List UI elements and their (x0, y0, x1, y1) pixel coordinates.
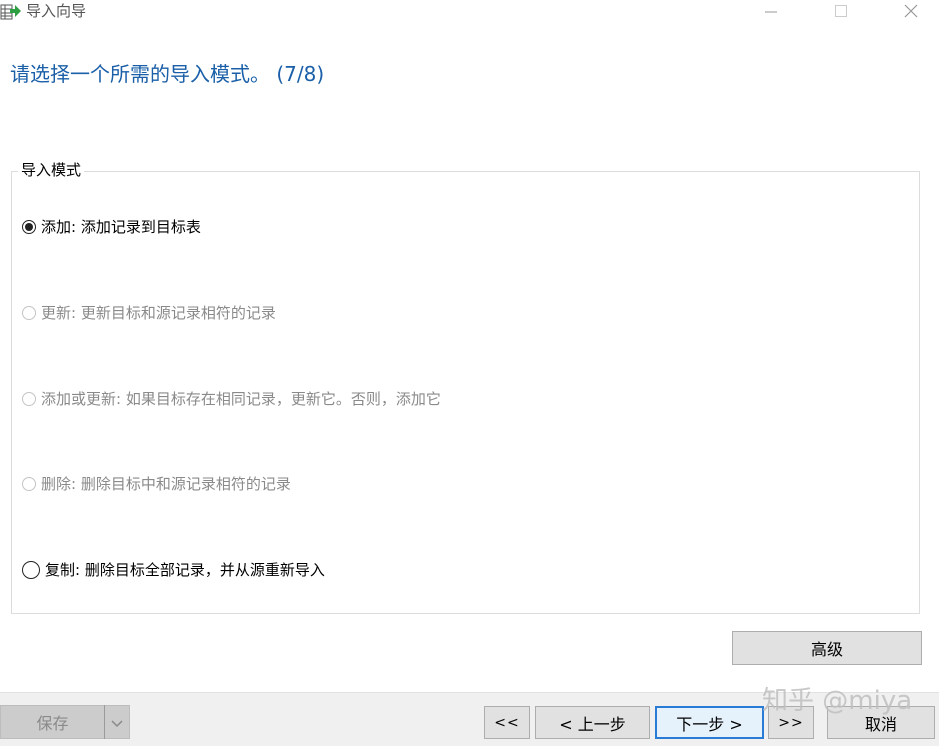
first-step-button[interactable]: << (484, 706, 530, 739)
save-dropdown-button (105, 705, 130, 739)
chevron-down-icon (111, 713, 123, 732)
radio-option-update: 更新: 更新目标和源记录相符的记录 (22, 303, 276, 323)
previous-step-button[interactable]: < 上一步 (535, 706, 650, 739)
option-label: 添加: 添加记录到目标表 (41, 218, 201, 236)
radio-selected-icon[interactable] (22, 220, 36, 234)
close-icon[interactable] (896, 0, 926, 22)
maximize-icon[interactable] (826, 0, 856, 22)
minimize-icon[interactable] (756, 0, 786, 22)
radio-option-delete: 删除: 删除目标中和源记录相符的记录 (22, 474, 291, 494)
radio-unselected-icon (22, 306, 36, 320)
radio-unselected-icon[interactable] (22, 561, 40, 579)
option-label: 删除: 删除目标中和源记录相符的记录 (41, 475, 291, 493)
window-title: 导入向导 (26, 2, 87, 20)
watermark: 知乎 @miya (762, 686, 913, 716)
title-bar: 导入向导 (0, 0, 939, 26)
table-import-icon (0, 2, 22, 22)
step-title: 请选择一个所需的导入模式。 (7/8) (10, 62, 325, 86)
next-step-button[interactable]: 下一步 > (655, 706, 764, 739)
radio-option-copy[interactable]: 复制: 删除目标全部记录，并从源重新导入 (22, 560, 325, 580)
save-split-button: 保存 (0, 705, 130, 739)
save-button: 保存 (0, 705, 104, 739)
option-label: 复制: 删除目标全部记录，并从源重新导入 (45, 561, 325, 579)
option-label: 更新: 更新目标和源记录相符的记录 (41, 304, 276, 322)
radio-unselected-icon (22, 477, 36, 491)
radio-unselected-icon (22, 392, 36, 406)
radio-option-append[interactable]: 添加: 添加记录到目标表 (22, 217, 201, 237)
import-mode-group-label: 导入模式 (18, 160, 85, 180)
radio-option-append-or-update: 添加或更新: 如果目标存在相同记录，更新它。否则，添加它 (22, 389, 441, 409)
option-label: 添加或更新: 如果目标存在相同记录，更新它。否则，添加它 (41, 390, 441, 408)
advanced-button[interactable]: 高级 (732, 631, 922, 665)
